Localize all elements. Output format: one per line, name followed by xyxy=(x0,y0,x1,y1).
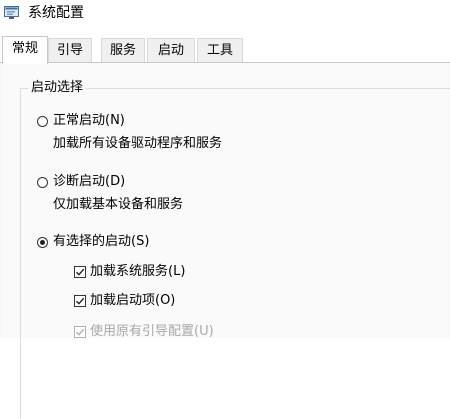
use-original-boot-config-checkbox xyxy=(74,326,86,338)
radio-selected-dot xyxy=(40,240,45,245)
tab-boot[interactable]: 引导 xyxy=(48,38,92,62)
window-title: 系统配置 xyxy=(28,5,84,21)
tab-panel-general: 启动选择 正常启动(N) 加载所有设备驱动程序和服务 诊断启动(D) 仅加载基本… xyxy=(0,62,450,419)
tab-services[interactable]: 服务 xyxy=(101,38,145,62)
selective-startup-label[interactable]: 有选择的启动(S) xyxy=(53,234,149,250)
use-original-boot-config-label: 使用原有引导配置(U) xyxy=(90,324,214,339)
normal-startup-radio[interactable] xyxy=(37,116,48,127)
checkmark-icon xyxy=(76,328,85,336)
title-bar: 系统配置 xyxy=(0,0,450,30)
load-system-services-checkbox[interactable] xyxy=(74,266,86,278)
diagnostic-startup-label[interactable]: 诊断启动(D) xyxy=(53,174,125,190)
msconfig-window-icon[interactable] xyxy=(4,5,21,20)
load-startup-items-label[interactable]: 加载启动项(O) xyxy=(90,293,175,309)
tab-startup[interactable]: 启动 xyxy=(147,38,195,62)
checkmark-icon xyxy=(76,268,85,276)
diagnostic-startup-description: 仅加载基本设备和服务 xyxy=(53,197,184,212)
tab-tools[interactable]: 工具 xyxy=(197,38,243,62)
panel-body: 启动选择 正常启动(N) 加载所有设备驱动程序和服务 诊断启动(D) 仅加载基本… xyxy=(2,63,450,419)
startup-selection-label: 启动选择 xyxy=(28,80,87,96)
load-startup-items-checkbox[interactable] xyxy=(74,295,86,307)
checkmark-icon xyxy=(76,297,85,305)
tab-strip: 常规 引导 服务 启动 工具 xyxy=(0,36,450,64)
normal-startup-label[interactable]: 正常启动(N) xyxy=(53,113,125,129)
tab-general[interactable]: 常规 xyxy=(2,36,48,64)
diagnostic-startup-radio[interactable] xyxy=(37,177,48,188)
load-system-services-label[interactable]: 加载系统服务(L) xyxy=(90,264,185,280)
normal-startup-description: 加载所有设备驱动程序和服务 xyxy=(53,136,223,151)
selective-startup-radio[interactable] xyxy=(37,237,48,248)
